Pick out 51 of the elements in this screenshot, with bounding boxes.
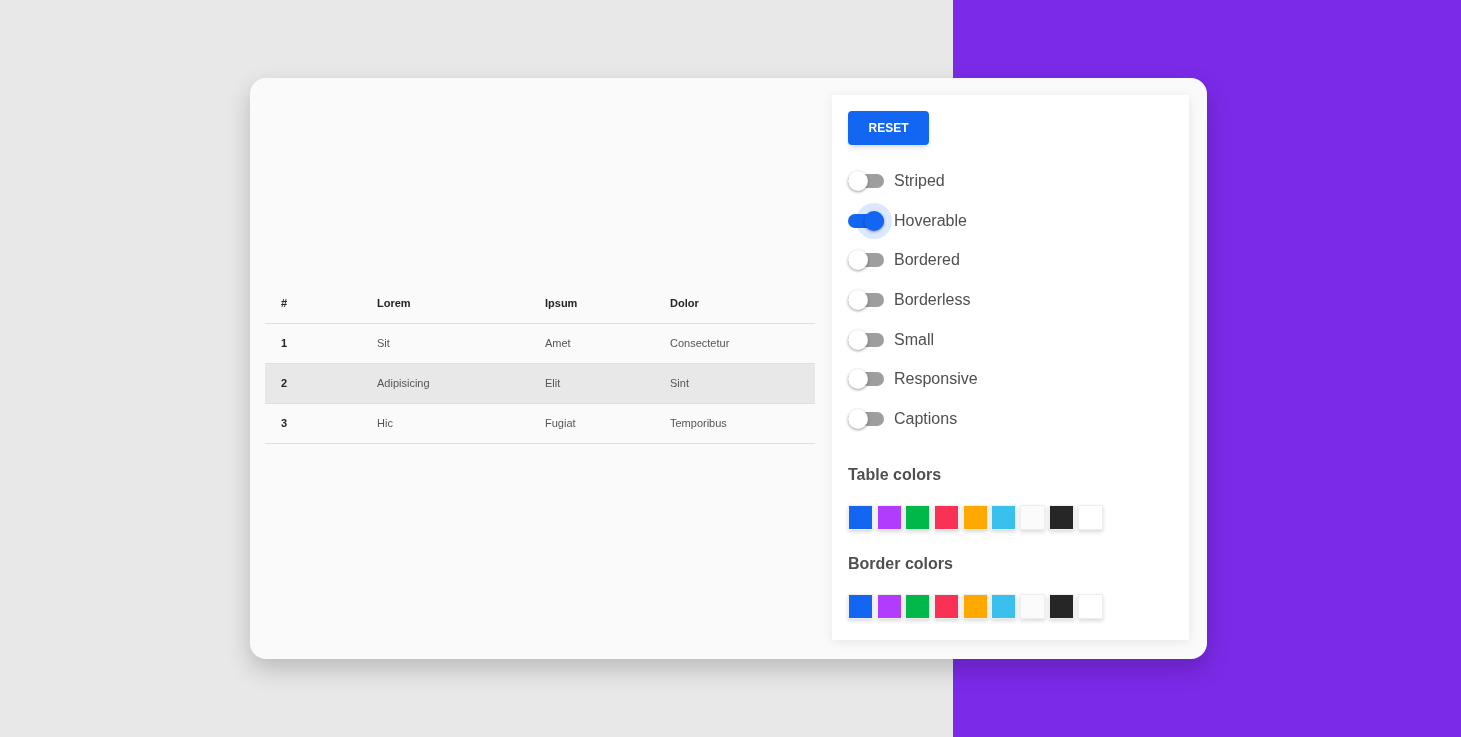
table-cell: Temporibus [654,403,815,443]
toggle-switch[interactable] [848,292,884,307]
color-swatch[interactable] [934,504,960,530]
toggle-switch[interactable] [848,411,884,426]
color-swatch[interactable] [848,593,873,619]
toggle-label: Bordered [894,250,960,271]
table-cell: Adipisicing [361,363,529,403]
color-swatch[interactable] [991,593,1017,619]
reset-button[interactable]: RESET [848,111,929,145]
toggle-switch[interactable] [848,253,884,268]
table-cell: 3 [265,403,361,443]
toggle-label: Hoverable [894,210,967,231]
table-cell: Sit [361,323,529,363]
table-cell: Consectetur [654,323,815,363]
table-cell: Sint [654,363,815,403]
toggle-switch[interactable] [848,332,884,347]
table-cell: 1 [265,323,361,363]
toggle-switch[interactable] [848,213,884,228]
color-swatch[interactable] [876,593,902,619]
column-header: # [265,283,361,323]
table-cell: Amet [529,323,654,363]
table-cell: 2 [265,363,361,403]
toggle-label: Small [894,329,934,350]
table-cell: Elit [529,363,654,403]
column-header: Lorem [361,283,529,323]
color-swatch[interactable] [991,504,1017,530]
section-heading: Table colors [848,464,943,485]
color-swatch[interactable] [1020,504,1046,530]
toggle-label: Responsive [894,369,978,390]
column-header: Ipsum [529,283,654,323]
toggle-label: Striped [894,170,945,191]
toggle-switch[interactable] [848,372,884,387]
color-swatch[interactable] [934,593,960,619]
table-cell: Fugiat [529,403,654,443]
color-swatch[interactable] [1020,593,1046,619]
color-swatch[interactable] [905,504,931,530]
color-swatch[interactable] [1077,593,1103,619]
toggle-switch[interactable] [848,173,884,188]
color-swatch[interactable] [962,593,988,619]
column-header: Dolor [654,283,815,323]
color-swatch[interactable] [848,504,873,530]
table-cell: Hic [361,403,529,443]
toggle-label: Borderless [894,289,971,310]
color-swatch[interactable] [1048,504,1074,530]
color-swatch[interactable] [1048,593,1074,619]
color-swatch[interactable] [1077,504,1103,530]
color-swatch[interactable] [876,504,902,530]
color-swatch[interactable] [905,593,931,619]
color-swatch[interactable] [962,504,988,530]
toggle-label: Captions [894,408,958,429]
section-heading: Border colors [848,553,954,574]
